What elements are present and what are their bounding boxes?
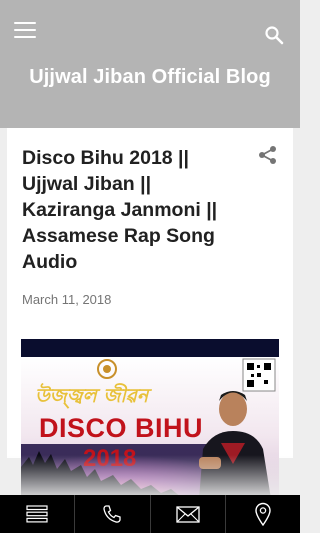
menu-list-icon <box>26 505 48 523</box>
menu-list-button[interactable] <box>0 495 76 533</box>
share-icon[interactable] <box>258 145 278 165</box>
location-pin-icon <box>255 502 271 526</box>
bottom-action-bar <box>0 495 300 533</box>
location-button[interactable] <box>226 495 300 533</box>
phone-icon <box>103 505 122 523</box>
phone-button[interactable] <box>75 495 151 533</box>
search-icon[interactable] <box>264 25 284 45</box>
blog-title[interactable]: Ujjwal Jiban Official Blog <box>0 66 300 89</box>
post-date: March 11, 2018 <box>22 292 112 307</box>
bottom-fade-overlay <box>0 455 300 495</box>
hamburger-menu-icon[interactable] <box>14 22 36 42</box>
mail-button[interactable] <box>151 495 226 533</box>
post-card: Disco Bihu 2018 || Ujjwal Jiban || Kazir… <box>7 128 293 499</box>
thumbnail-script-text: উজ্জ্বল জীৱন <box>35 385 149 407</box>
blog-header: Ujjwal Jiban Official Blog <box>0 0 300 128</box>
post-title[interactable]: Disco Bihu 2018 || Ujjwal Jiban || Kazir… <box>22 145 242 275</box>
mail-icon <box>175 505 200 523</box>
thumbnail-headline: DISCO BIHU <box>39 413 204 443</box>
